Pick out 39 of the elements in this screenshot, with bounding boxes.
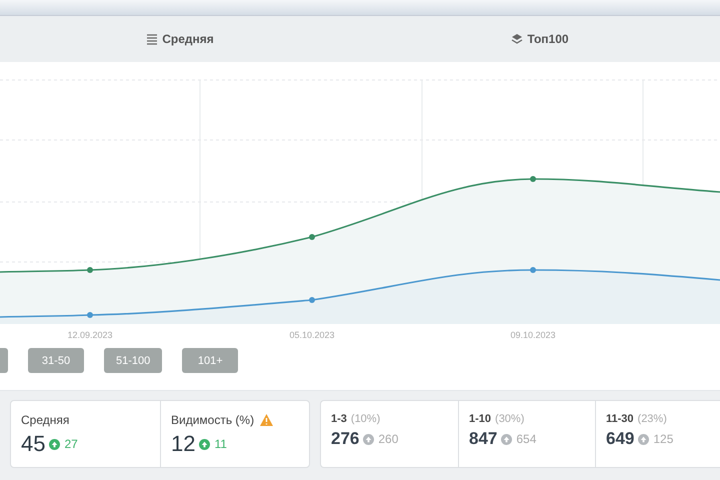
range-filter-button[interactable]: 101+: [182, 348, 238, 373]
data-point: [530, 176, 536, 182]
stat-delta: 27: [64, 437, 78, 451]
range-filter-button[interactable]: 51-100: [104, 348, 162, 373]
date-label: 09.10.2023: [510, 330, 556, 340]
range-value: 847: [469, 429, 498, 449]
stat-delta: 11: [214, 437, 227, 451]
data-point: [87, 267, 93, 273]
stat-value: 12: [171, 431, 196, 457]
range-label: 11-30: [606, 413, 634, 425]
data-point: [530, 267, 536, 273]
range-value: 649: [606, 429, 634, 449]
range-delta: 125: [653, 432, 674, 446]
stat-value: 45: [21, 431, 46, 457]
chart-tab[interactable]: Средняя: [0, 16, 360, 62]
range-delta: 260: [378, 432, 398, 446]
range-share: (10%): [350, 413, 380, 425]
date-label: 05.10.2023: [289, 330, 335, 340]
range-filter-button[interactable]: 31-50: [28, 348, 84, 373]
up-arrow-icon: [199, 438, 210, 450]
chart-tab[interactable]: Топ100: [360, 16, 720, 62]
up-arrow-icon: [501, 434, 512, 444]
range-share: (30%): [495, 413, 524, 425]
data-point: [309, 297, 315, 303]
range-label: 1-10: [469, 413, 492, 425]
up-arrow-icon: [638, 434, 650, 444]
stat-title: Видимость (%): [171, 413, 254, 427]
stat-title: Средняя: [21, 413, 70, 427]
up-arrow-icon: [49, 438, 60, 450]
layers-icon: [511, 33, 524, 45]
up-arrow-icon: [363, 434, 374, 444]
data-point: [87, 312, 93, 318]
date-label: 12.09.2023: [67, 330, 113, 340]
range-share: (23%): [638, 413, 667, 425]
lines-icon: [146, 33, 158, 45]
range-value: 276: [331, 429, 360, 449]
data-point: [309, 234, 315, 240]
range-label: 1-3: [331, 413, 347, 425]
range-delta: 654: [516, 432, 536, 446]
